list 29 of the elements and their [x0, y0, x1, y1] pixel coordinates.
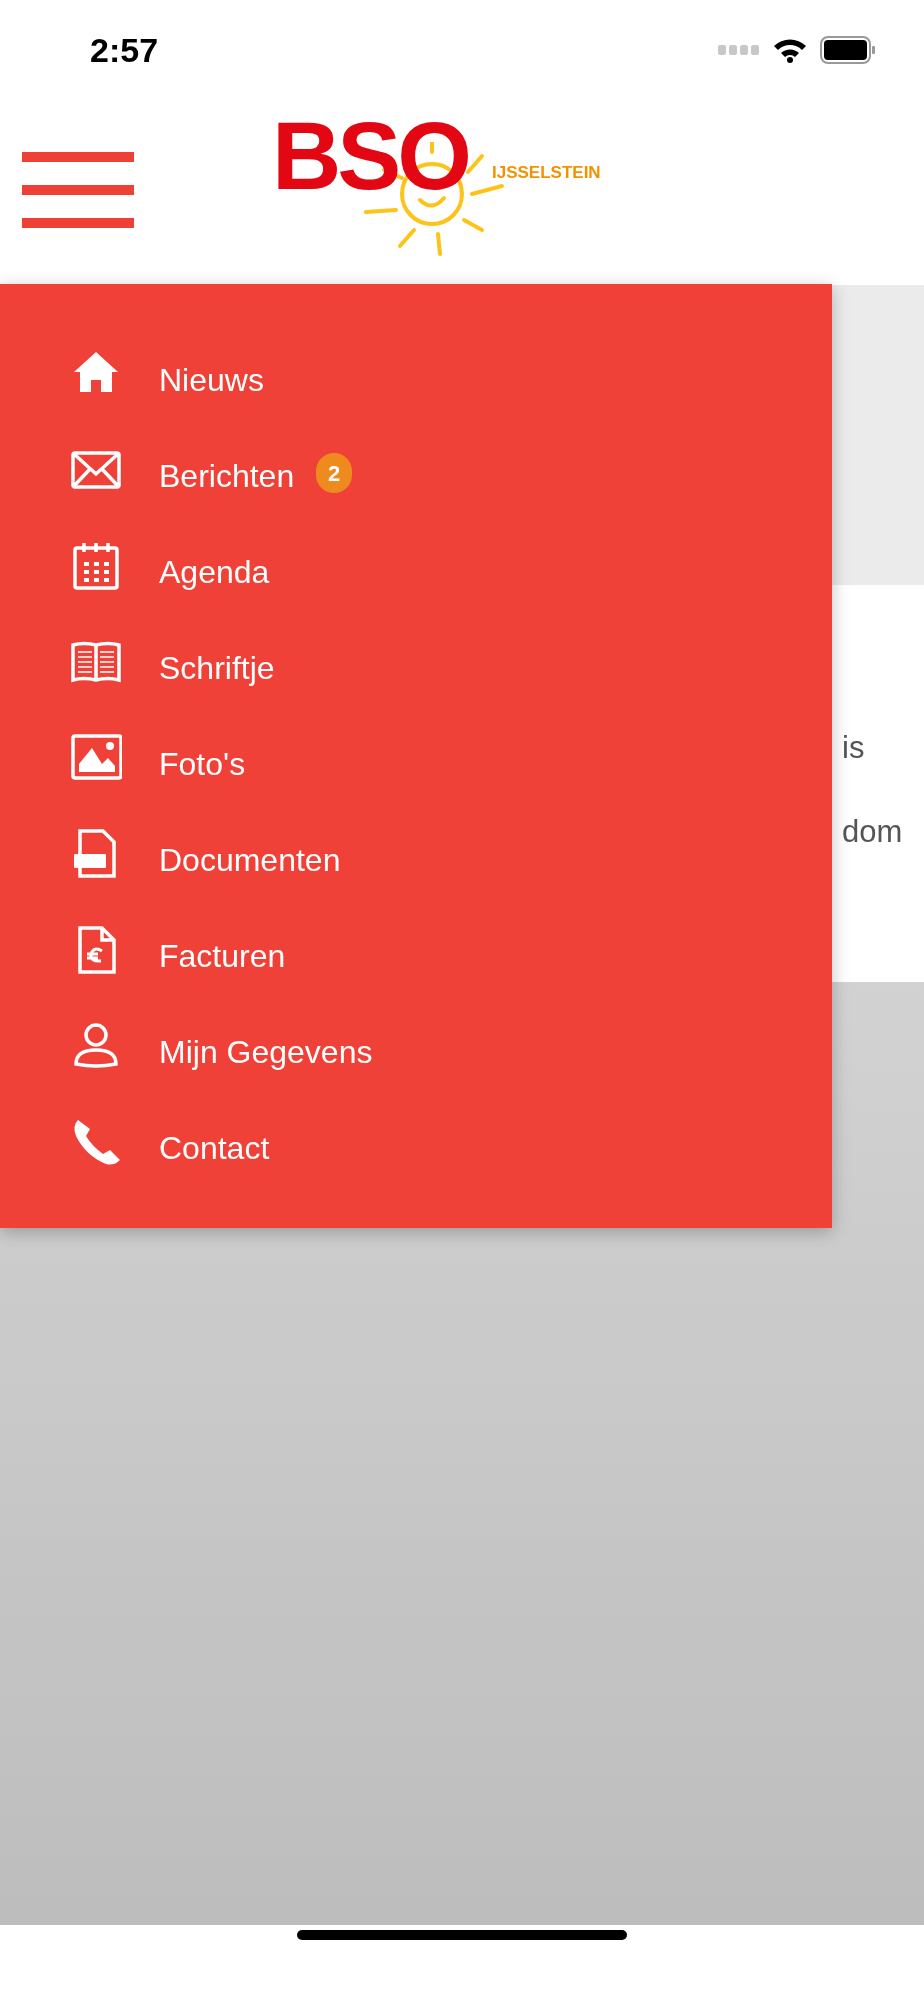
- menu-label: Schriftje: [159, 649, 275, 688]
- signal-icon: [718, 45, 760, 55]
- battery-icon: [820, 36, 876, 64]
- logo-subtitle: IJSSELSTEIN: [492, 162, 601, 184]
- menu-label: Mijn Gegevens: [159, 1033, 373, 1072]
- menu-item[interactable]: Schriftje: [0, 620, 832, 716]
- menu-label: Berichten: [159, 457, 295, 496]
- status-time: 2:57: [90, 29, 159, 71]
- calendar-icon: [70, 540, 122, 592]
- menu-item[interactable]: Facturen: [0, 908, 832, 1004]
- count-badge: 2: [316, 453, 353, 493]
- menu-item[interactable]: Documenten: [0, 812, 832, 908]
- menu-item[interactable]: Foto's: [0, 716, 832, 812]
- menu-label: Agenda: [159, 553, 270, 592]
- card-text: dom: [842, 814, 904, 850]
- card-text: is: [842, 730, 866, 766]
- menu-label: Documenten: [159, 841, 341, 880]
- menu-label: Contact: [159, 1129, 270, 1168]
- menu-item[interactable]: Agenda: [0, 524, 832, 620]
- menu-icon[interactable]: [22, 152, 134, 230]
- menu-label: Facturen: [159, 937, 286, 976]
- menu-item[interactable]: Contact: [0, 1100, 832, 1196]
- menu-label: Foto's: [159, 745, 246, 784]
- logo-text: BSO: [272, 106, 469, 206]
- menu-label: Nieuws: [159, 361, 264, 400]
- menu-item[interactable]: Nieuws: [0, 332, 832, 428]
- menu-item[interactable]: Berichten 2: [0, 428, 832, 524]
- menu-item[interactable]: Mijn Gegevens: [0, 1004, 832, 1100]
- wifi-icon: [772, 37, 808, 63]
